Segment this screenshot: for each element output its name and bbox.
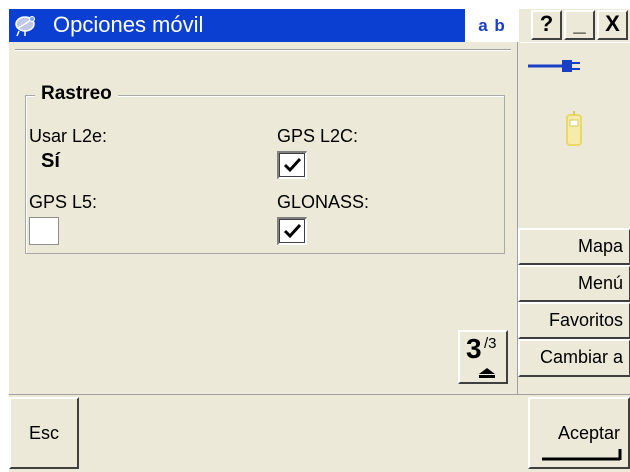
usar-l2e-value[interactable]: Sí — [41, 150, 60, 172]
gnss-receiver-icon[interactable] — [562, 111, 586, 156]
page-up-icon — [479, 368, 495, 378]
accept-button[interactable]: Aceptar — [528, 397, 630, 469]
app-window: Opciones móvil a b ? _ X Rastreo Usar L2… — [9, 9, 630, 472]
window-title: Opciones móvil — [53, 12, 204, 37]
minimize-button[interactable]: _ — [564, 10, 595, 40]
right-sidebar: Mapa Menú Favoritos Cambiar a — [517, 42, 630, 394]
sidebar-button-menu[interactable]: Menú — [518, 265, 630, 302]
tracking-groupbox — [25, 95, 505, 254]
accept-label: Aceptar — [557, 423, 620, 443]
esc-label: Esc — [28, 423, 59, 443]
page-total: /3 — [484, 335, 497, 352]
sidebar-button-mapa[interactable]: Mapa — [518, 228, 630, 265]
sidebar-button-cambiar-a[interactable]: Cambiar a — [518, 339, 630, 377]
status-panel — [520, 42, 630, 229]
bottom-bar: Esc Aceptar — [9, 394, 630, 472]
gps-l5-checkbox[interactable] — [29, 217, 59, 245]
page-current: 3 — [466, 333, 482, 364]
esc-button[interactable]: Esc — [9, 397, 79, 469]
glonass-checkbox[interactable] — [277, 217, 307, 245]
options-panel: Rastreo Usar L2e: Sí GPS L2C: GPS L5: GL… — [9, 42, 517, 394]
satellite-dish-icon — [13, 13, 39, 37]
close-button[interactable]: X — [597, 10, 628, 40]
enter-key-icon — [542, 449, 622, 461]
page-indicator-button[interactable]: 3 /3 — [458, 330, 508, 384]
top-separator — [15, 49, 511, 51]
title-bar: Opciones móvil a b ? _ X — [9, 9, 630, 42]
usar-l2e-label: Usar L2e: — [29, 126, 108, 146]
sidebar-button-favoritos[interactable]: Favoritos — [518, 302, 630, 339]
gps-l5-label: GPS L5: — [29, 192, 98, 212]
help-button[interactable]: ? — [531, 10, 562, 40]
gps-l2c-checkbox[interactable] — [277, 151, 307, 179]
checkmark-icon — [283, 157, 302, 173]
glonass-label: GLONASS: — [277, 192, 370, 212]
tracking-group-title: Rastreo — [35, 83, 118, 105]
gps-l2c-label: GPS L2C: — [277, 126, 359, 146]
power-plug-icon — [528, 59, 588, 78]
input-mode-indicator[interactable]: a b — [465, 9, 519, 42]
checkmark-icon — [283, 223, 302, 239]
